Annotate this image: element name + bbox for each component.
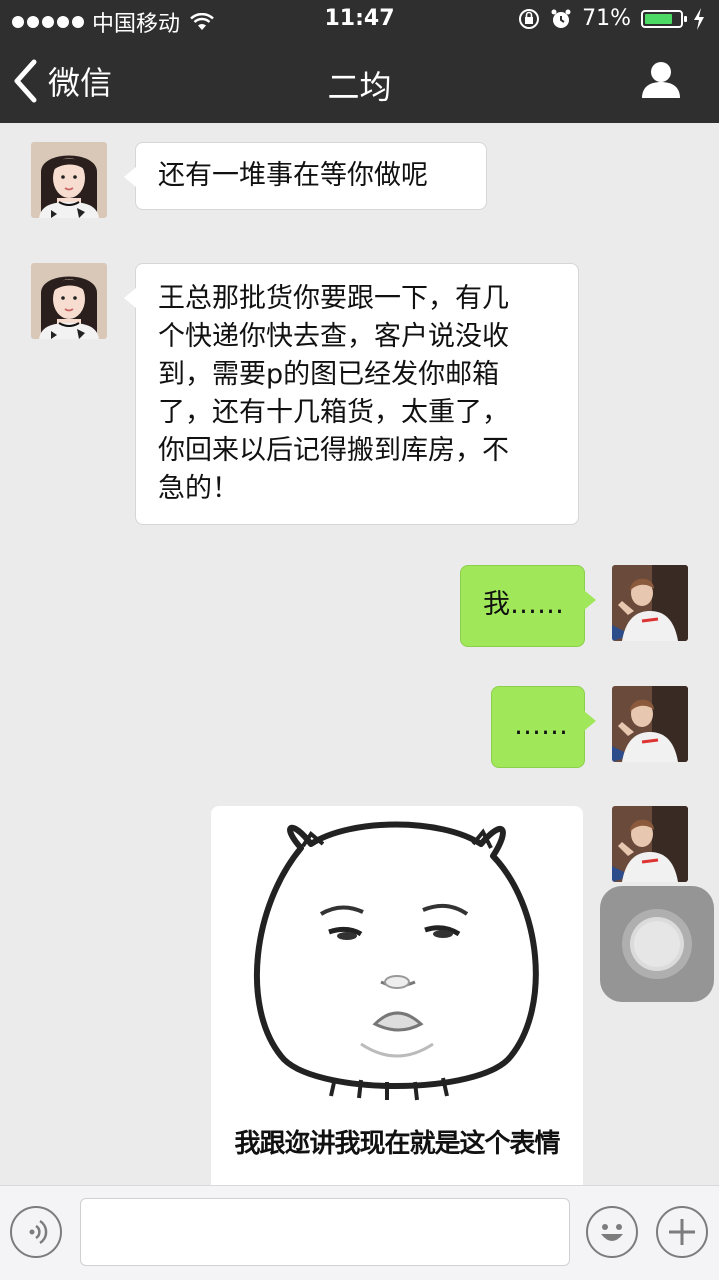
message-text: 还有一堆事在等你做呢 xyxy=(158,160,428,191)
chat-title: 二均 xyxy=(327,68,392,106)
message-text-line: 了，还有十几箱货，太重了， xyxy=(158,397,509,428)
incoming-message[interactable]: 王总那批货你要跟一下，有几 个快递你快去查，客户说没收 到，需要p的图已经发你邮… xyxy=(124,263,579,525)
message-list[interactable]: 还有一堆事在等你做呢 王总那批货你要跟一下，有几 个快递你快去查，客户说没收 到… xyxy=(0,123,719,1185)
outgoing-message[interactable]: 我…… xyxy=(460,565,596,647)
plus-icon xyxy=(669,1219,695,1245)
message-text-line: 到，需要p的图已经发你邮箱 xyxy=(158,359,500,390)
battery-icon xyxy=(641,9,687,28)
assistive-touch-button[interactable] xyxy=(600,886,714,1002)
message-text-line: 急的！ xyxy=(158,473,239,504)
profile-button[interactable] xyxy=(641,60,681,104)
my-avatar[interactable] xyxy=(612,806,688,882)
more-button[interactable] xyxy=(656,1206,708,1258)
outgoing-message[interactable]: …… xyxy=(491,686,596,768)
charging-icon xyxy=(694,7,704,30)
message-text-line: 王总那批货你要跟一下，有几 xyxy=(158,283,509,314)
input-bar xyxy=(0,1185,719,1280)
message-text: 我…… xyxy=(483,589,564,620)
voice-icon xyxy=(29,1219,48,1245)
status-bar: 中国移动 11:47 71% xyxy=(0,0,719,40)
incoming-message[interactable]: 还有一堆事在等你做呢 xyxy=(124,142,487,210)
contact-avatar[interactable] xyxy=(31,263,107,339)
message-text-line: 个快递你快去查，客户说没收 xyxy=(158,321,509,352)
my-avatar[interactable] xyxy=(612,686,688,762)
emoji-icon xyxy=(601,1224,623,1241)
voice-button[interactable] xyxy=(10,1206,62,1258)
profile-icon xyxy=(642,62,680,98)
message-text-line: 你回来以后记得搬到库房，不 xyxy=(158,435,509,466)
alarm-icon xyxy=(551,9,571,28)
my-avatar[interactable] xyxy=(612,565,688,641)
battery-percent: 71% xyxy=(582,6,631,31)
chat-header: 微信 二均 xyxy=(0,40,719,123)
sticker-message[interactable]: 我跟迩讲我现在就是这个表情 xyxy=(211,806,583,1185)
emoji-button[interactable] xyxy=(586,1206,638,1258)
sticker-caption: 我跟迩讲我现在就是这个表情 xyxy=(234,1129,560,1159)
cat-face-meme-image xyxy=(254,821,539,1101)
rotation-lock-icon xyxy=(519,8,540,29)
contact-avatar[interactable] xyxy=(31,142,107,218)
message-input[interactable] xyxy=(80,1198,570,1266)
message-text: …… xyxy=(514,710,568,741)
